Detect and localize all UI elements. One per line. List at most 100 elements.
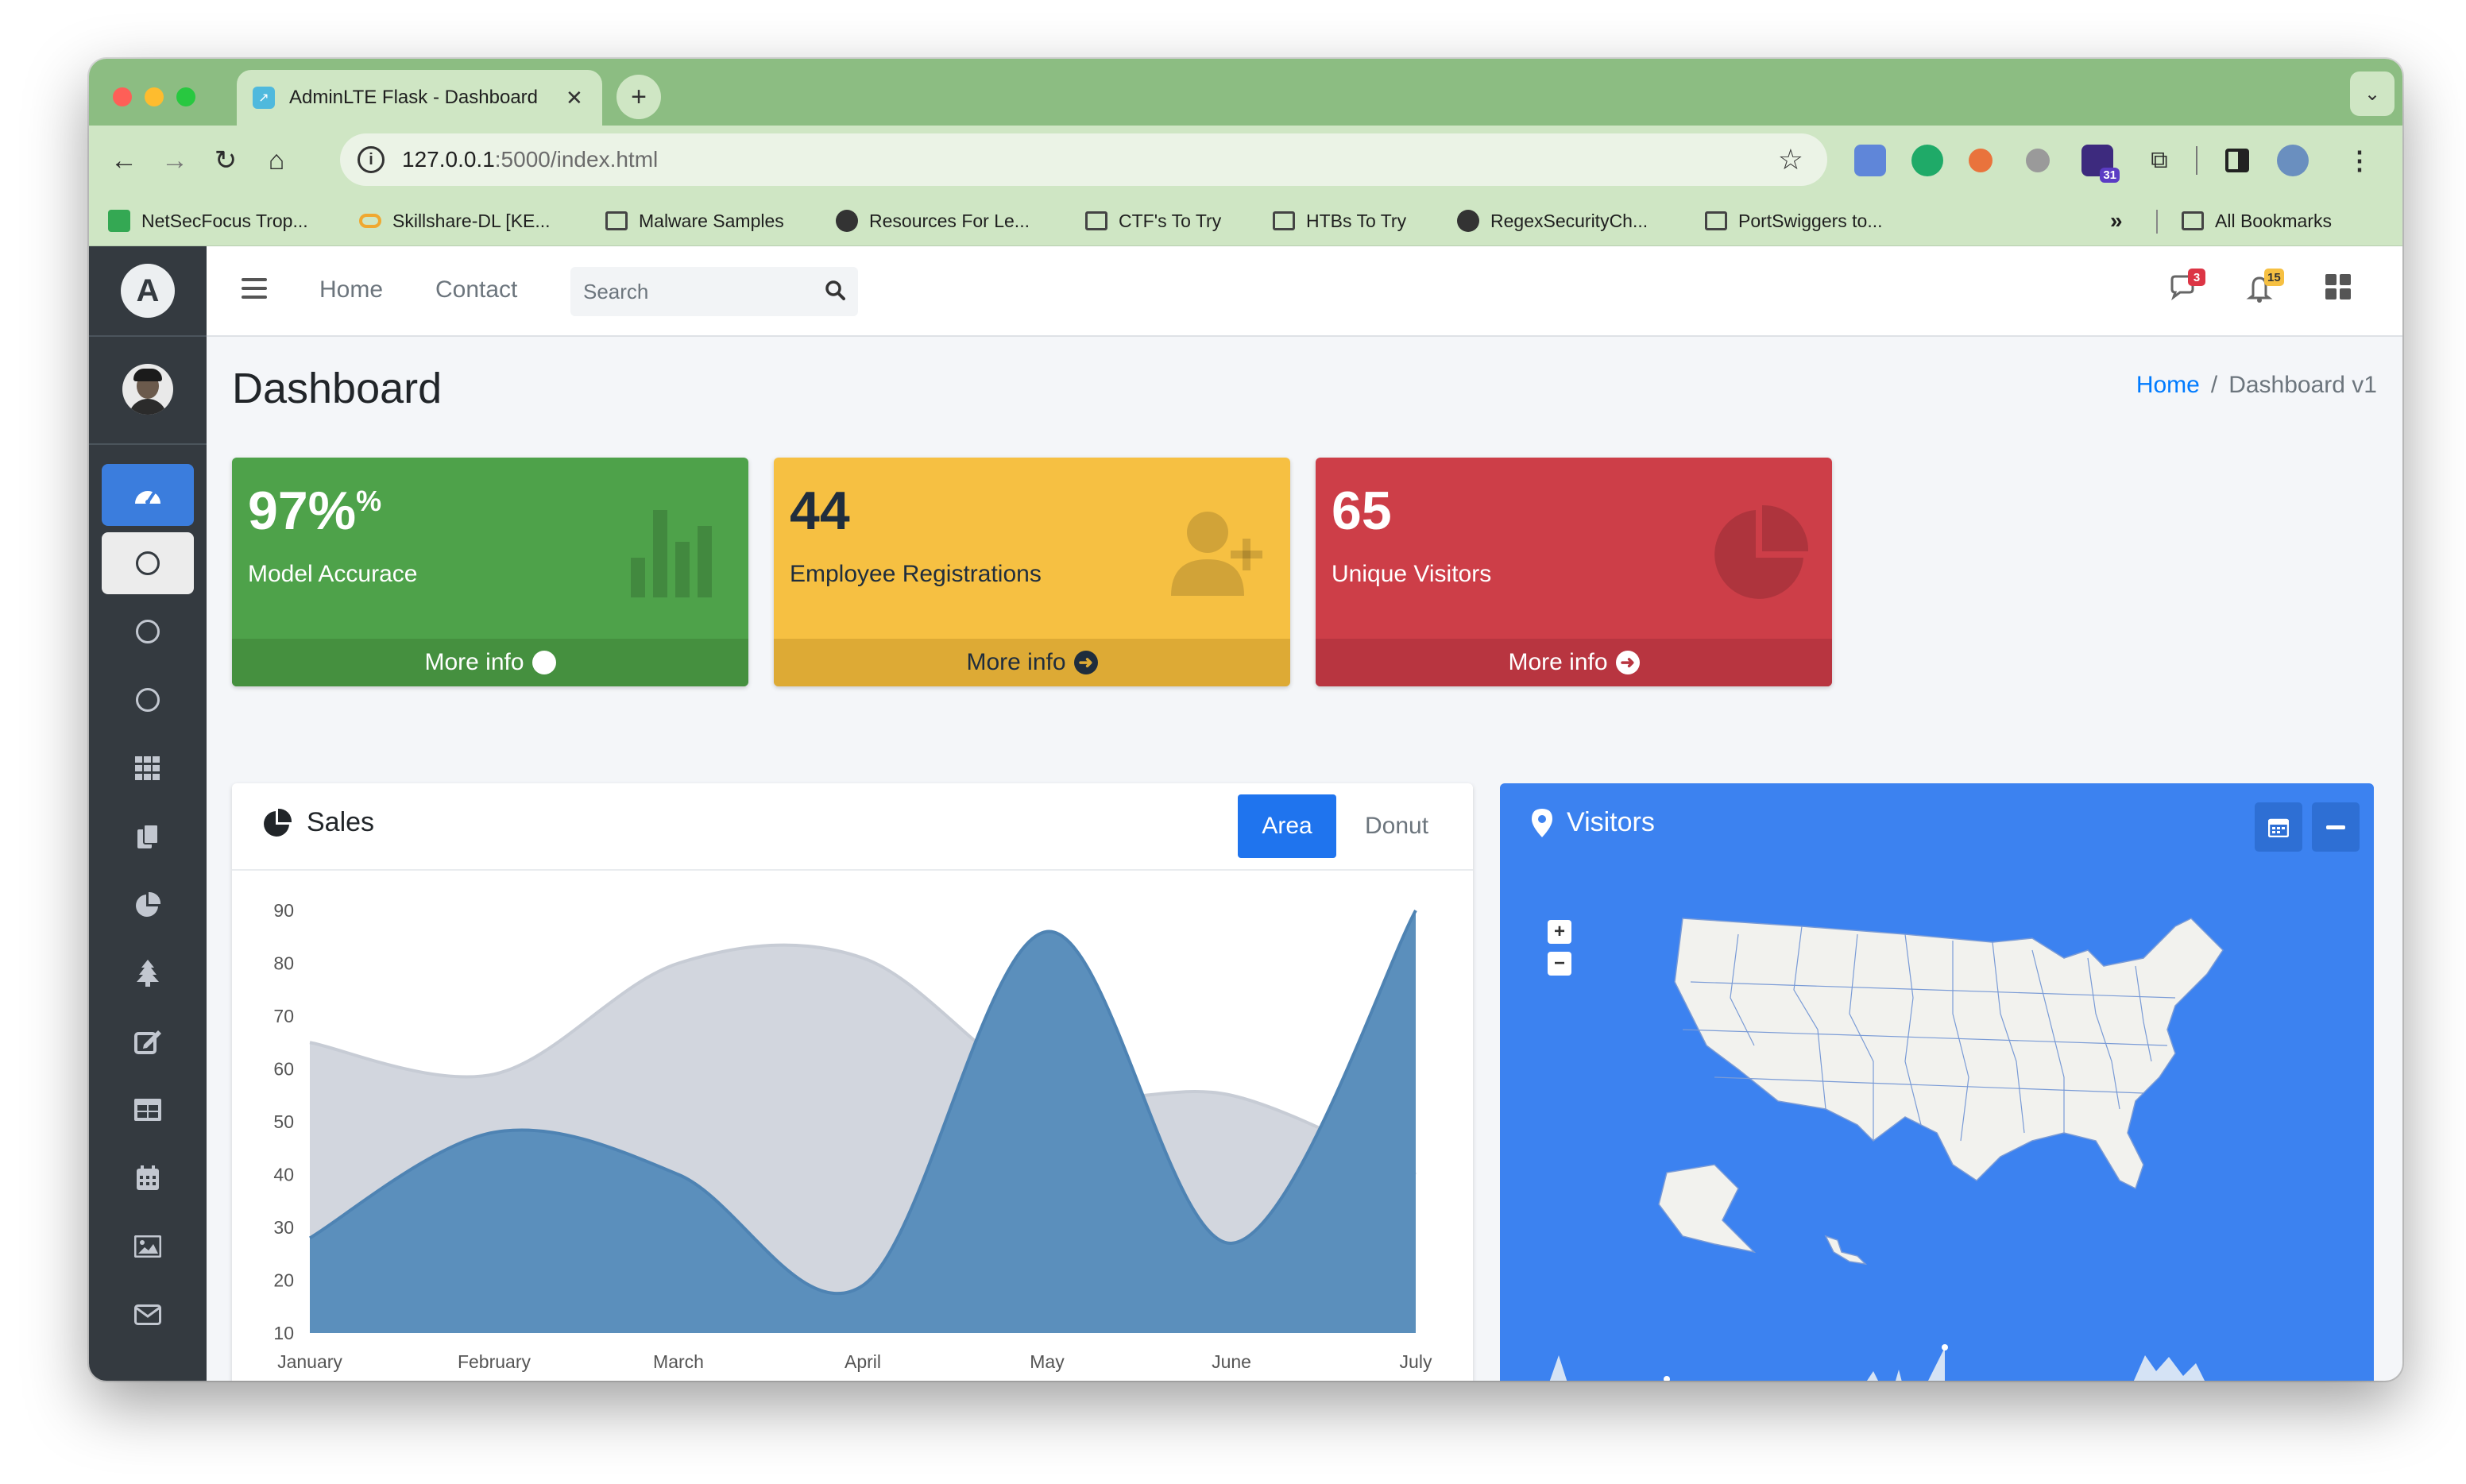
site-info-icon[interactable]: i (358, 146, 385, 173)
online-sparkline (1867, 1344, 1948, 1381)
breadcrumb-home-link[interactable]: Home (2136, 372, 2200, 398)
address-bar[interactable]: i 127.0.0.1:5000/index.html ☆ (340, 133, 1827, 186)
bookmark-item[interactable]: Skillshare-DL [KE... (359, 207, 551, 235)
sidebar-item-layout[interactable] (102, 806, 194, 868)
forward-icon[interactable]: → (156, 141, 194, 180)
sidebar-item-sub3[interactable] (102, 669, 194, 731)
link-icon (359, 214, 381, 228)
hook-extension-icon[interactable] (2026, 149, 2050, 172)
map-marker-icon (1532, 808, 1552, 837)
back-icon[interactable]: ← (105, 141, 143, 180)
user-avatar[interactable] (122, 364, 173, 415)
tachometer-icon (135, 491, 160, 504)
x-tick-label: May (1030, 1351, 1065, 1372)
home-icon[interactable]: ⌂ (257, 141, 296, 180)
map-zoom-out-button[interactable]: − (1548, 952, 1571, 976)
small-box-model-accuracy: 97%% Model Accurace More info ➜ (232, 458, 748, 686)
notifications-button[interactable]: 15 (2245, 269, 2284, 305)
maximize-window-button[interactable] (176, 87, 195, 106)
small-box-more-info-link[interactable]: More info ➜ (1316, 639, 1832, 686)
arrow-circle-right-icon: ➜ (1615, 651, 1640, 674)
messages-badge: 3 (2188, 269, 2205, 286)
small-box-more-info-link[interactable]: More info ➜ (232, 639, 748, 686)
side-panel-icon[interactable] (2218, 141, 2256, 180)
brand-logo[interactable]: A (121, 264, 175, 318)
search-icon[interactable] (825, 280, 845, 300)
small-box-label: Unique Visitors (1332, 561, 1492, 587)
tab-search-button[interactable]: ⌄ (2350, 71, 2394, 116)
bookmarks-overflow-button[interactable]: » (2110, 207, 2123, 235)
date-range-button[interactable] (2255, 802, 2302, 852)
folder-icon (605, 211, 628, 230)
bookmark-item[interactable]: Malware Samples (605, 207, 784, 235)
y-tick-label: 90 (273, 900, 294, 921)
minimize-window-button[interactable] (145, 87, 164, 106)
all-bookmarks-button[interactable]: All Bookmarks (2182, 207, 2332, 235)
sidebar-item-charts[interactable] (102, 874, 194, 936)
globe-icon (836, 210, 858, 232)
extensions-puzzle-icon[interactable]: ⧉ (2140, 141, 2178, 180)
user-plus-icon (1171, 512, 1262, 596)
browser-tab[interactable]: ↗ AdminLTE Flask - Dashboard ✕ (237, 70, 602, 126)
toolbar-divider (2196, 146, 2197, 175)
menu-toggle-icon[interactable] (242, 278, 267, 299)
fox-extension-icon[interactable] (1969, 149, 1993, 172)
apps-button[interactable] (2325, 273, 2356, 305)
sidebar-item-dashboard[interactable] (102, 464, 194, 526)
bookmark-item[interactable]: HTBs To Try (1273, 207, 1406, 235)
chart-pie-icon (1714, 504, 1809, 599)
small-box-label: Employee Registrations (790, 561, 1042, 587)
sidebar-item-sub2[interactable] (102, 601, 194, 663)
grid-icon (135, 756, 160, 780)
calendar-icon (2268, 818, 2289, 837)
new-tab-button[interactable]: + (616, 75, 661, 119)
map-zoom-in-button[interactable]: + (1548, 920, 1571, 944)
sidebar-item-widgets[interactable] (102, 737, 194, 799)
browser-menu-icon[interactable]: ⋮ (2340, 141, 2379, 180)
x-tick-label: July (1400, 1351, 1432, 1372)
mortarboard-extension-icon[interactable]: 31 (2081, 145, 2120, 183)
sidebar-item-ui[interactable] (102, 942, 194, 1004)
small-box-more-info-link[interactable]: More info ➜ (774, 639, 1290, 686)
bookmark-item[interactable]: PortSwiggers to... (1705, 207, 1883, 235)
search-input[interactable] (583, 279, 806, 304)
grammarly-extension-icon[interactable] (1911, 145, 1943, 176)
sidebar-item-mailbox[interactable] (102, 1284, 194, 1346)
reload-icon[interactable]: ↻ (207, 141, 245, 180)
collapse-button[interactable] (2312, 802, 2360, 852)
sidebar-item-gallery[interactable] (102, 1215, 194, 1277)
translate-extension-icon[interactable] (1854, 145, 1886, 176)
y-tick-label: 40 (273, 1165, 294, 1185)
url-text[interactable]: 127.0.0.1:5000/index.html (402, 147, 658, 172)
bookmark-item[interactable]: Resources For Le... (836, 207, 1030, 235)
sidebar-item-tables[interactable] (102, 1079, 194, 1141)
sidebar: A (89, 246, 207, 1381)
bookmark-item[interactable]: NetSecFocus Trop... (108, 207, 308, 235)
sidebar-item-forms[interactable] (102, 1011, 194, 1072)
x-tick-label: June (1212, 1351, 1251, 1372)
sidebar-item-sub1[interactable] (102, 532, 194, 594)
donut-tab-button[interactable]: Donut (1347, 794, 1446, 858)
chart-pie-icon (264, 808, 292, 837)
tree-icon (137, 960, 159, 987)
bookmark-item[interactable]: CTF's To Try (1085, 207, 1221, 235)
folder-icon (2182, 211, 2204, 230)
sales-card-title: Sales (262, 807, 374, 838)
github-icon (1457, 210, 1479, 232)
browser-window: ↗ AdminLTE Flask - Dashboard ✕ + ⌄ ← → ↻… (89, 59, 2402, 1381)
nav-link-home[interactable]: Home (319, 276, 383, 303)
y-tick-label: 60 (273, 1059, 294, 1080)
area-tab-button[interactable]: Area (1238, 794, 1336, 858)
bookmark-item[interactable]: RegexSecurityCh... (1457, 207, 1648, 235)
nav-link-contact[interactable]: Contact (435, 276, 517, 303)
sidebar-item-calendar[interactable] (102, 1147, 194, 1209)
tab-close-icon[interactable]: ✕ (566, 86, 583, 110)
bookmark-star-icon[interactable]: ☆ (1778, 143, 1803, 176)
navbar-search (570, 267, 858, 316)
messages-button[interactable]: 3 (2169, 269, 2205, 305)
close-window-button[interactable] (113, 87, 132, 106)
breadcrumb-separator: / (2210, 372, 2218, 398)
profile-avatar-icon[interactable] (2277, 145, 2309, 176)
browser-toolbar: ← → ↻ ⌂ i 127.0.0.1:5000/index.html ☆ 31… (89, 126, 2402, 195)
envelope-icon (134, 1304, 161, 1325)
